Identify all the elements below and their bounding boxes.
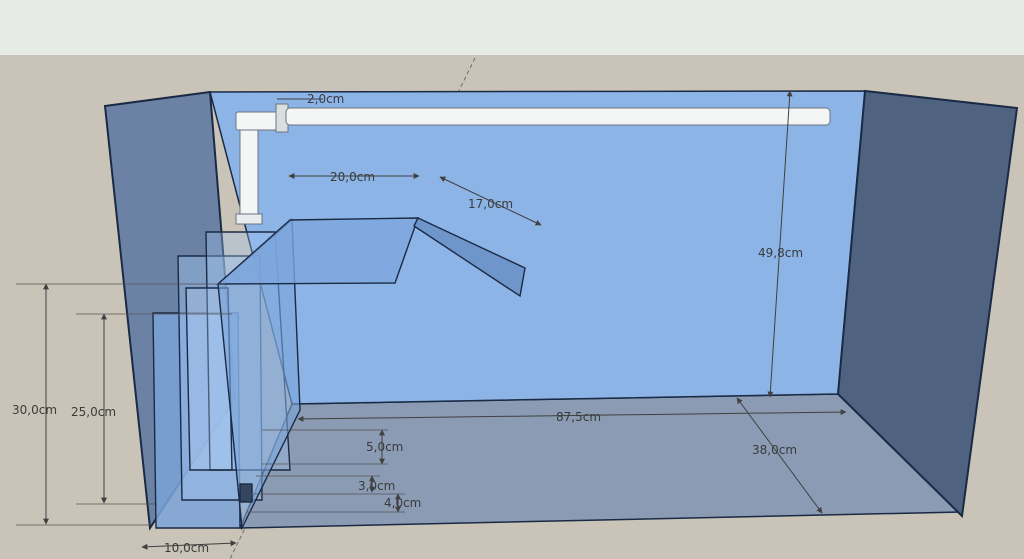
ramp-length-label: 17,0cm	[468, 197, 513, 211]
sump-width-label: 10,0cm	[164, 541, 209, 555]
aquarium-diagram: 2,0cm 20,0cm 17,0cm 49,8cm 87,5cm 38,0cm…	[0, 0, 1024, 559]
water-height-label: 49,8cm	[758, 246, 803, 260]
sky	[0, 0, 1024, 55]
tank-depth-label: 38,0cm	[752, 443, 797, 457]
sump-height-outer-label: 30,0cm	[12, 403, 57, 417]
gap-bottom-label: 4,0cm	[384, 496, 421, 510]
pipe-diameter-label: 2,0cm	[307, 92, 344, 106]
gap-top-label: 5,0cm	[366, 440, 403, 454]
sump-height-inner-label: 25,0cm	[71, 405, 116, 419]
tank-length-label: 87,5cm	[556, 410, 601, 424]
shelf-depth-label: 20,0cm	[330, 170, 375, 184]
gap-middle-label: 3,0cm	[358, 479, 395, 493]
